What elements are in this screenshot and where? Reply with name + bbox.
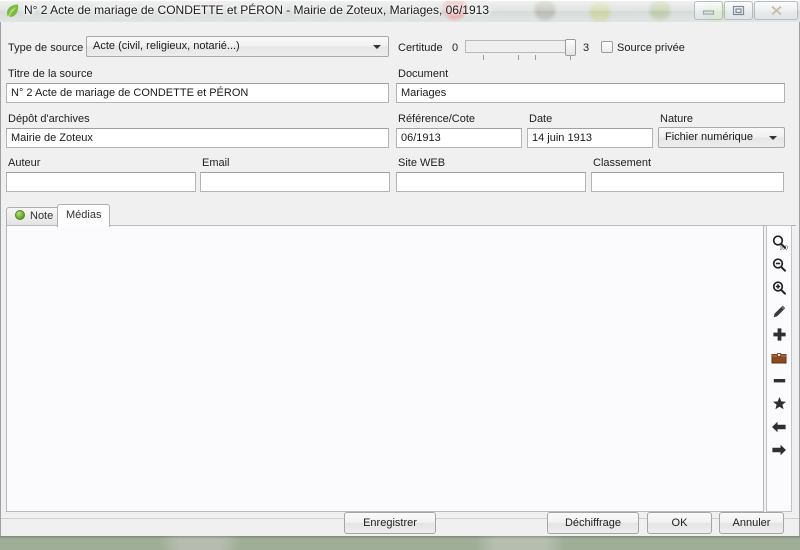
private-source-checkbox[interactable] <box>601 41 613 53</box>
document-label: Document <box>398 68 449 80</box>
source-type-label: Type de source <box>8 42 84 54</box>
archive-label: Dépôt d'archives <box>8 113 90 125</box>
source-editor-window: N° 2 Acte de mariage de CONDETTE et PÉRO… <box>0 0 800 539</box>
green-dot-icon <box>15 210 25 220</box>
tab-note[interactable]: Note <box>6 207 63 226</box>
document-input[interactable]: Mariages <box>396 83 785 103</box>
window-title: N° 2 Acte de mariage de CONDETTE et PÉRO… <box>24 3 489 17</box>
certitude-slider-thumb[interactable] <box>565 39 576 56</box>
classification-input[interactable] <box>591 172 784 192</box>
leaf-icon <box>5 3 20 18</box>
reference-label: Référence/Cote <box>398 113 476 125</box>
archive-input[interactable]: Mairie de Zoteux <box>6 128 389 148</box>
cancel-button[interactable]: Annuler <box>719 512 784 534</box>
zoom-out-icon[interactable] <box>768 254 790 277</box>
date-input[interactable]: 14 juin 1913 <box>527 128 653 148</box>
nature-value: Fichier numérique <box>665 131 754 143</box>
tab-medias-label: Médias <box>66 209 102 221</box>
certitude-slider[interactable] <box>465 40 573 53</box>
title-input[interactable]: N° 2 Acte de mariage de CONDETTE et PÉRO… <box>6 83 389 103</box>
private-source-label: Source privée <box>617 42 685 54</box>
date-label: Date <box>529 113 553 125</box>
certitude-max-label: 3 <box>583 42 590 54</box>
save-button[interactable]: Enregistrer <box>344 512 436 534</box>
media-toolbar: 100 <box>766 225 792 512</box>
window-shadow <box>0 536 800 539</box>
star-icon[interactable] <box>768 392 790 415</box>
window-titlebar: N° 2 Acte de mariage de CONDETTE et PÉRO… <box>0 0 800 23</box>
close-icon[interactable] <box>754 1 798 20</box>
restore-icon[interactable] <box>724 1 753 20</box>
source-type-value: Acte (civil, religieux, notarié...) <box>93 40 240 52</box>
reference-input[interactable]: 06/1913 <box>396 128 522 148</box>
tab-strip: Note Médias <box>6 204 796 227</box>
decipher-button[interactable]: Déchiffrage <box>547 512 639 534</box>
nature-label: Nature <box>660 113 694 125</box>
email-label: Email <box>202 157 230 169</box>
add-plus-icon[interactable] <box>768 323 790 346</box>
zoom-fit-icon[interactable]: 100 <box>768 231 790 254</box>
source-type-select[interactable]: Acte (civil, religieux, notarié...) <box>86 36 389 57</box>
media-canvas[interactable] <box>6 225 764 512</box>
author-label: Auteur <box>8 157 41 169</box>
website-label: Site WEB <box>398 157 446 169</box>
archive-box-icon[interactable] <box>768 346 790 369</box>
ok-button[interactable]: OK <box>647 512 712 534</box>
remove-minus-icon[interactable] <box>768 369 790 392</box>
classification-label: Classement <box>593 157 652 169</box>
tab-note-label: Note <box>30 210 54 222</box>
chevron-down-icon <box>769 136 777 140</box>
email-input[interactable] <box>200 172 390 192</box>
dialog-body: Type de source Acte (civil, religieux, n… <box>0 22 800 536</box>
minimize-icon[interactable] <box>694 1 723 20</box>
certitude-min-label: 0 <box>452 42 459 54</box>
chevron-down-icon <box>373 45 381 49</box>
certitude-label: Certitude <box>398 42 443 54</box>
arrow-left-icon[interactable] <box>768 415 790 438</box>
author-input[interactable] <box>6 172 196 192</box>
website-input[interactable] <box>396 172 586 192</box>
certitude-tickmarks <box>465 55 573 60</box>
arrow-right-icon[interactable] <box>768 438 790 461</box>
title-label: Titre de la source <box>8 68 93 80</box>
zoom-in-icon[interactable] <box>768 277 790 300</box>
window-controls <box>693 1 798 20</box>
edit-pencil-icon[interactable] <box>768 300 790 323</box>
nature-select[interactable]: Fichier numérique <box>658 127 785 148</box>
svg-text:100: 100 <box>779 246 788 252</box>
tab-medias[interactable]: Médias <box>57 204 111 227</box>
